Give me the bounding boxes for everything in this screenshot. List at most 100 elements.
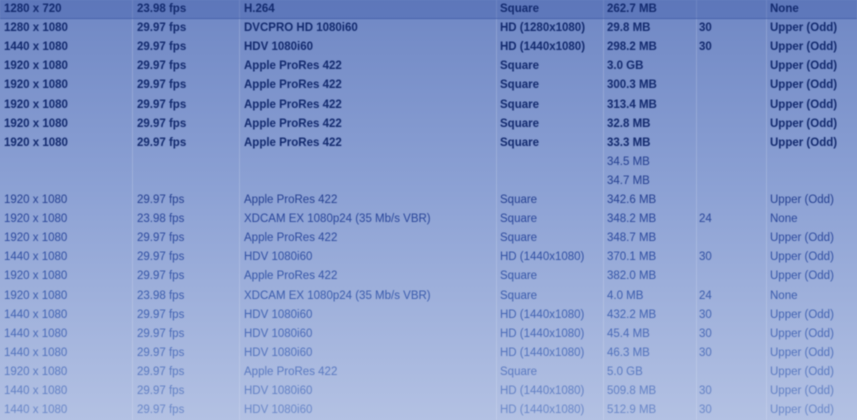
file-size-cell: 4.0 MB	[607, 289, 644, 302]
frame-rate-cell: 29.97 fps	[137, 346, 185, 359]
table-row[interactable]: 1280 x 1080 29.97 fps DVCPRO HD 1080i60 HD …	[0, 19, 857, 38]
frame-size-cell: 1920 x 1080	[4, 232, 68, 245]
frame-rate-cell: 29.97 fps	[137, 60, 187, 73]
frame-size-cell: 1920 x 1080	[4, 289, 68, 302]
field-dominance-cell: Upper (Odd)	[770, 385, 834, 397]
frame-size-cell: 1920 x 1080	[4, 79, 68, 92]
timebase-cell	[699, 0, 763, 19]
field-dominance-cell: None	[770, 3, 799, 15]
field-dominance-cell: Upper (Odd)	[770, 98, 838, 111]
codec-cell: Apple ProRes 422	[244, 60, 342, 73]
pixel-aspect-cell: HD (1440x1080)	[500, 251, 585, 264]
file-size-cell: 262.7 MB	[607, 3, 657, 15]
file-size-cell: 370.1 MB	[607, 251, 657, 264]
timebase-cell	[699, 134, 763, 153]
codec-cell: HDV 1080i60	[244, 41, 314, 54]
frame-rate-cell	[137, 153, 237, 172]
table-row[interactable]: 1920 x 1080 29.97 fps Apple ProRes 422 Squa…	[0, 191, 857, 210]
frame-size-cell: 1440 x 1080	[4, 308, 68, 321]
timebase-cell: 30	[699, 251, 712, 264]
frame-size-cell: 1920 x 1080	[4, 98, 68, 111]
pixel-aspect-cell: Square	[500, 270, 538, 283]
frame-size-cell: 1440 x 1080	[4, 346, 68, 359]
table-row[interactable]: 34.7 MB	[0, 172, 857, 191]
codec-cell: Apple ProRes 422	[244, 365, 338, 378]
timebase-cell: 30	[699, 346, 712, 359]
frame-rate-cell: 29.97 fps	[137, 22, 187, 35]
pixel-aspect-cell: Square	[500, 365, 538, 378]
table-row[interactable]: 1440 x 1080 29.97 fps HDV 1080i60 HD (1440x…	[0, 344, 857, 363]
timebase-cell	[699, 57, 763, 76]
table-row[interactable]: 1920 x 1080 29.97 fps Apple ProRes 422 Squa…	[0, 363, 857, 382]
table-row[interactable]: 1920 x 1080 29.97 fps Apple ProRes 422 Squa…	[0, 229, 857, 248]
table-row[interactable]: 1440 x 1080 29.97 fps HDV 1080i60 HD (1440x…	[0, 306, 857, 325]
pixel-aspect-cell	[500, 153, 603, 172]
codec-cell: HDV 1080i60	[244, 346, 313, 359]
file-size-cell: 34.7 MB	[607, 174, 650, 187]
table-row[interactable]: 1440 x 1080 29.97 fps HDV 1080i60 HD (1440x…	[0, 401, 857, 420]
table-row[interactable]: 1920 x 1080 29.97 fps Apple ProRes 422 Squa…	[0, 57, 857, 76]
timebase-cell: 30	[699, 404, 712, 417]
table-row[interactable]: 1920 x 1080 29.97 fps Apple ProRes 422 Squa…	[0, 134, 857, 153]
frame-size-cell	[4, 172, 130, 191]
pixel-aspect-cell: Square	[500, 136, 539, 149]
table-row[interactable]: 1440 x 1080 29.97 fps HDV 1080i60 HD (1440x…	[0, 38, 857, 57]
frame-size-cell: 1920 x 1080	[4, 136, 68, 149]
codec-cell: H.264	[244, 3, 275, 15]
frame-size-cell: 1280 x 1080	[4, 22, 68, 35]
table-row[interactable]: 1280 x 720 23.98 fps H.264 Square 262.7 MB No…	[0, 0, 857, 19]
frame-rate-cell: 29.97 fps	[137, 270, 185, 283]
pixel-aspect-cell: HD (1440x1080)	[500, 385, 585, 397]
frame-rate-cell: 23.98 fps	[137, 213, 185, 226]
table-row[interactable]: 1920 x 1080 23.98 fps XDCAM EX 1080p24 (35…	[0, 287, 857, 306]
field-dominance-cell: Upper (Odd)	[770, 136, 838, 149]
frame-size-cell: 1920 x 1080	[4, 270, 68, 283]
timebase-cell	[699, 172, 763, 191]
codec-cell: HDV 1080i60	[244, 308, 313, 321]
table-row[interactable]: 1920 x 1080 29.97 fps Apple ProRes 422 Squa…	[0, 76, 857, 95]
field-dominance-cell: None	[770, 289, 798, 302]
table-row[interactable]: 34.5 MB	[0, 153, 857, 172]
field-dominance-cell: Upper (Odd)	[770, 22, 838, 35]
field-dominance-cell	[770, 153, 857, 172]
frame-size-cell: 1440 x 1080	[4, 41, 68, 54]
pixel-aspect-cell: Square	[500, 213, 538, 226]
codec-cell: HDV 1080i60	[244, 251, 313, 264]
timebase-cell: 30	[699, 22, 712, 35]
file-size-cell: 382.0 MB	[607, 270, 657, 283]
table-row[interactable]: 1920 x 1080 29.97 fps Apple ProRes 422 Squa…	[0, 267, 857, 286]
pixel-aspect-cell: HD (1440x1080)	[500, 308, 585, 321]
field-dominance-cell: Upper (Odd)	[770, 251, 834, 264]
table-row[interactable]: 1920 x 1080 23.98 fps XDCAM EX 1080p24 (35…	[0, 210, 857, 229]
table-row[interactable]: 1920 x 1080 29.97 fps Apple ProRes 422 Squa…	[0, 115, 857, 134]
codec-cell	[244, 153, 494, 172]
table-row[interactable]: 1440 x 1080 29.97 fps HDV 1080i60 HD (1440x…	[0, 382, 857, 401]
file-size-cell: 3.0 GB	[607, 60, 644, 73]
frame-rate-cell: 29.97 fps	[137, 404, 185, 417]
pixel-aspect-cell: Square	[500, 289, 538, 302]
field-dominance-cell: Upper (Odd)	[770, 79, 838, 92]
field-dominance-cell: Upper (Odd)	[770, 60, 838, 73]
pixel-aspect-cell: Square	[500, 60, 539, 73]
timebase-cell: 30	[699, 327, 712, 340]
file-size-cell: 32.8 MB	[607, 117, 651, 130]
table-row[interactable]: 1440 x 1080 29.97 fps HDV 1080i60 HD (1440x…	[0, 325, 857, 344]
pixel-aspect-cell: HD (1440x1080)	[500, 41, 586, 54]
frame-rate-cell: 29.97 fps	[137, 232, 185, 245]
file-size-cell: 46.3 MB	[607, 346, 650, 359]
frame-size-cell: 1440 x 1080	[4, 404, 68, 417]
frame-size-cell: 1440 x 1080	[4, 385, 68, 397]
frame-rate-cell: 23.98 fps	[137, 289, 185, 302]
pixel-aspect-cell: Square	[500, 194, 538, 206]
frame-size-cell: 1440 x 1080	[4, 327, 68, 340]
field-dominance-cell: Upper (Odd)	[770, 346, 834, 359]
frame-rate-cell: 29.97 fps	[137, 98, 187, 111]
pixel-aspect-cell: HD (1440x1080)	[500, 346, 585, 359]
file-size-cell: 313.4 MB	[607, 98, 657, 111]
table-row[interactable]: 1920 x 1080 29.97 fps Apple ProRes 422 Squa…	[0, 96, 857, 115]
pixel-aspect-cell: Square	[500, 79, 539, 92]
codec-cell: DVCPRO HD 1080i60	[244, 22, 358, 35]
table-row[interactable]: 1440 x 1080 29.97 fps HDV 1080i60 HD (1440x…	[0, 248, 857, 267]
codec-cell: XDCAM EX 1080p24 (35 Mb/s VBR)	[244, 213, 431, 226]
file-size-cell: 348.7 MB	[607, 232, 657, 245]
